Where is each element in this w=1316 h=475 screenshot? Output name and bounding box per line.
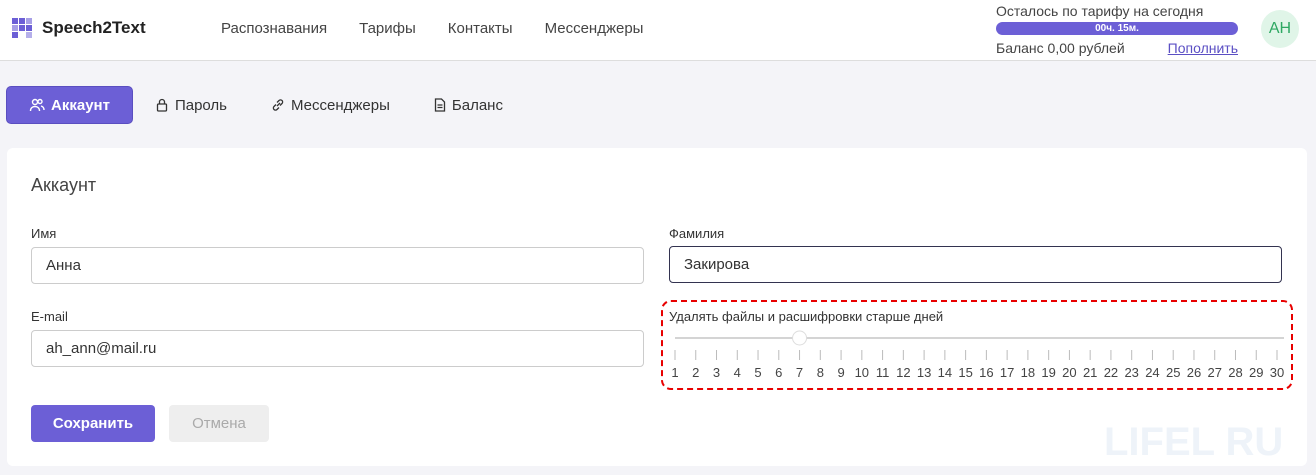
tab-messengers[interactable]: Мессенджеры <box>249 86 412 124</box>
tab-label: Мессенджеры <box>291 96 390 114</box>
slider-tick-label: 21 <box>1083 365 1097 380</box>
slider-tick-label: 16 <box>979 365 993 380</box>
tab-balance[interactable]: Баланс <box>412 86 525 124</box>
slider-tick-label: 13 <box>917 365 931 380</box>
card-title: Аккаунт <box>31 175 97 195</box>
slider-tick-label: 26 <box>1187 365 1201 380</box>
slider-tick-label: 23 <box>1124 365 1138 380</box>
slider-tick-label: 24 <box>1145 365 1159 380</box>
nav-messengers[interactable]: Мессенджеры <box>545 20 644 37</box>
last-name-label: Фамилия <box>669 226 725 241</box>
slider-tick-label: 8 <box>817 365 824 380</box>
email-label: E-mail <box>31 309 68 324</box>
watermark: LIFEL RU <box>1104 420 1284 464</box>
slider-tick-label: 28 <box>1228 365 1242 380</box>
slider-tick-label: 19 <box>1041 365 1055 380</box>
users-icon <box>29 98 45 112</box>
quota-panel: Осталось по тарифу на сегодня 00ч. 15м. … <box>996 3 1238 56</box>
main-nav: Распознавания Тарифы Контакты Мессенджер… <box>221 20 643 37</box>
nav-tariffs[interactable]: Тарифы <box>359 20 416 37</box>
retention-slider[interactable]: 1 2 3 4 5 6 7 8 9 10 11 12 13 14 15 16 17 18 19 20 21 22 23 24 2… <box>661 326 1301 386</box>
slider-handle[interactable] <box>792 330 808 346</box>
slider-tick-label: 30 <box>1270 365 1284 380</box>
slider-tick-label: 15 <box>958 365 972 380</box>
slider-tick-label: 22 <box>1104 365 1118 380</box>
first-name-label: Имя <box>31 226 57 241</box>
slider-tick-label: 7 <box>796 365 803 380</box>
slider-tick-label: 11 <box>876 365 890 380</box>
slider-tick-label: 5 <box>754 365 761 380</box>
settings-tabs: Аккаунт Пароль Мессенджеры Баланс <box>6 86 525 124</box>
save-button[interactable]: Сохранить <box>31 405 155 442</box>
slider-tick-label: 29 <box>1249 365 1263 380</box>
account-card: Аккаунт Имя Анна Фамилия Закирова E-mail… <box>7 148 1307 466</box>
quota-bar: 00ч. 15м. <box>996 22 1238 35</box>
brand-name: Speech2Text <box>42 18 146 37</box>
email-input[interactable]: ah_ann@mail.ru <box>31 330 644 367</box>
slider-tick-label: 12 <box>896 365 910 380</box>
slider-tick-label: 27 <box>1207 365 1221 380</box>
tab-label: Пароль <box>174 96 227 114</box>
retention-label: Удалять файлы и расшифровки старше дней <box>669 309 944 324</box>
last-name-input[interactable]: Закирова <box>669 246 1282 283</box>
quota-label: Осталось по тарифу на сегодня <box>996 3 1204 19</box>
slider-tick-label: 2 <box>692 365 699 380</box>
tab-label: Аккаунт <box>51 96 110 114</box>
slider-tick-label: 17 <box>1000 365 1014 380</box>
slider-tick-label: 1 <box>671 365 678 380</box>
tab-password[interactable]: Пароль <box>133 86 249 124</box>
topup-link[interactable]: Пополнить <box>1168 40 1238 56</box>
link-icon <box>272 99 284 111</box>
balance-text: Баланс 0,00 рублей <box>996 40 1125 56</box>
slider-tick-label: 4 <box>734 365 741 380</box>
tab-account[interactable]: Аккаунт <box>6 86 133 124</box>
document-icon <box>434 98 446 112</box>
avatar[interactable]: АН <box>1261 10 1299 48</box>
tab-label: Баланс <box>451 96 503 114</box>
slider-tick-label: 25 <box>1166 365 1180 380</box>
logo-icon <box>12 18 32 38</box>
slider-tick-label: 10 <box>855 365 869 380</box>
nav-contacts[interactable]: Контакты <box>448 20 513 37</box>
slider-tick-label: 14 <box>938 365 952 380</box>
header: Speech2Text Распознавания Тарифы Контакт… <box>0 0 1316 61</box>
slider-tick-label: 9 <box>837 365 844 380</box>
slider-tick-label: 6 <box>775 365 782 380</box>
nav-recognitions[interactable]: Распознавания <box>221 20 327 37</box>
slider-tick-label: 3 <box>713 365 720 380</box>
first-name-input[interactable]: Анна <box>31 247 644 284</box>
logo[interactable]: Speech2Text <box>12 18 146 38</box>
slider-tick-label: 20 <box>1062 365 1076 380</box>
cancel-button[interactable]: Отмена <box>169 405 269 442</box>
slider-tick-label: 18 <box>1021 365 1035 380</box>
lock-icon <box>156 98 168 112</box>
